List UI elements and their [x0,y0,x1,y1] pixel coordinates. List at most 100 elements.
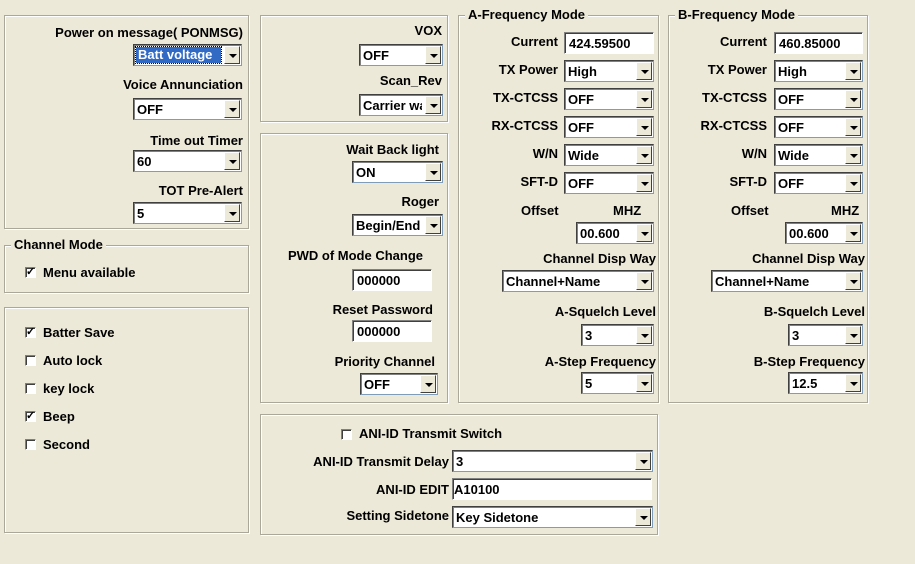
b-current-input[interactable]: 460.85000 [774,32,863,54]
tot-value: 60 [137,154,152,169]
chevron-down-icon[interactable] [636,272,652,290]
voice-select[interactable]: OFF [133,98,242,120]
chevron-down-icon[interactable] [845,224,861,242]
pwd-input[interactable]: 000000 [352,269,432,291]
a-sftd-value: OFF [568,176,594,191]
a-txpower-select[interactable]: High [564,60,654,82]
vox-group: VOX OFF Scan_Rev Carrier wa [260,15,448,122]
chevron-down-icon[interactable] [845,272,861,290]
ponmsg-select[interactable]: Batt voltage [133,44,242,66]
a-sftd-label: SFT-D [520,174,558,189]
chevron-down-icon[interactable] [224,204,240,222]
backlight-select[interactable]: ON [352,161,443,183]
b-txpower-label: TX Power [707,62,767,77]
ani-switch-checkbox[interactable] [341,429,352,440]
prealert-select[interactable]: 5 [133,202,242,224]
backlight-label: Wait Back light [346,142,439,157]
chevron-down-icon[interactable] [635,508,651,526]
ani-delay-select[interactable]: 3 [452,450,653,472]
a-current-input[interactable]: 424.59500 [564,32,654,54]
scan-rev-select[interactable]: Carrier wa [359,94,443,116]
b-txpower-select[interactable]: High [774,60,863,82]
roger-select[interactable]: Begin/End [352,214,443,236]
chevron-down-icon[interactable] [224,46,240,64]
vox-value: OFF [363,48,389,63]
key-lock-checkbox[interactable] [25,383,36,394]
a-step-label: A-Step Frequency [544,354,656,369]
b-disp-value: Channel+Name [715,274,810,289]
sidetone-select[interactable]: Key Sidetone [452,506,653,528]
chevron-down-icon[interactable] [636,62,652,80]
b-txctcss-select[interactable]: OFF [774,88,863,110]
ani-edit-input[interactable]: A10100 [452,478,652,500]
b-offset-label: Offset [731,203,769,218]
chevron-down-icon[interactable] [635,452,651,470]
chevron-down-icon[interactable] [636,90,652,108]
chevron-down-icon[interactable] [845,374,861,392]
b-step-select[interactable]: 12.5 [788,372,863,394]
a-txctcss-select[interactable]: OFF [564,88,654,110]
tot-select[interactable]: 60 [133,150,242,172]
a-mhz-label: MHZ [613,203,642,218]
chevron-down-icon[interactable] [224,100,240,118]
b-squelch-value: 3 [792,328,800,343]
b-rxctcss-select[interactable]: OFF [774,116,863,138]
chevron-down-icon[interactable] [425,216,441,234]
reset-password-label: Reset Password [332,302,433,317]
b-txpower-value: High [778,64,807,79]
chevron-down-icon[interactable] [636,174,652,192]
a-wn-select[interactable]: Wide [564,144,654,166]
roger-label: Roger [401,194,439,209]
b-sftd-select[interactable]: OFF [774,172,863,194]
b-step-label: B-Step Frequency [753,354,865,369]
a-squelch-select[interactable]: 3 [581,324,654,346]
b-wn-select[interactable]: Wide [774,144,863,166]
chevron-down-icon[interactable] [845,174,861,192]
a-disp-select[interactable]: Channel+Name [502,270,654,292]
roger-value: Begin/End [356,218,421,233]
ani-delay-value: 3 [456,454,464,469]
b-wn-label: W/N [741,146,767,161]
chevron-down-icon[interactable] [636,224,652,242]
b-squelch-select[interactable]: 3 [788,324,863,346]
backlight-value: ON [356,165,376,180]
chevron-down-icon[interactable] [425,96,441,114]
chevron-down-icon[interactable] [636,146,652,164]
a-offset-value: 00.600 [580,226,620,241]
priority-channel-select[interactable]: OFF [360,373,438,395]
beep-checkbox[interactable]: ✓ [25,411,36,422]
b-disp-select[interactable]: Channel+Name [711,270,863,292]
chevron-down-icon[interactable] [845,146,861,164]
a-step-select[interactable]: 5 [581,372,654,394]
chevron-down-icon[interactable] [845,118,861,136]
chevron-down-icon[interactable] [425,46,441,64]
chevron-down-icon[interactable] [636,118,652,136]
menu-available-checkbox[interactable]: ✓ [25,267,36,278]
second-checkbox[interactable] [25,439,36,450]
a-offset-select[interactable]: 00.600 [576,222,654,244]
a-sftd-select[interactable]: OFF [564,172,654,194]
ani-edit-label: ANI-ID EDIT [376,482,449,497]
chevron-down-icon[interactable] [636,374,652,392]
scan-rev-label: Scan_Rev [379,73,442,88]
beep-label: Beep [43,409,75,424]
chevron-down-icon[interactable] [845,90,861,108]
b-offset-select[interactable]: 00.600 [785,222,863,244]
second-label: Second [43,437,90,452]
vox-select[interactable]: OFF [359,44,443,66]
reset-password-input[interactable]: 000000 [352,320,432,342]
ponmsg-value: Batt voltage [135,46,222,64]
key-lock-label: key lock [43,381,95,396]
options-group: ✓ Batter Save Auto lock key lock ✓ Beep … [4,307,249,533]
a-rxctcss-value: OFF [568,120,594,135]
a-rxctcss-select[interactable]: OFF [564,116,654,138]
chevron-down-icon[interactable] [425,163,441,181]
chevron-down-icon[interactable] [420,375,436,393]
auto-lock-checkbox[interactable] [25,355,36,366]
ani-delay-label: ANI-ID Transmit Delay [313,454,449,469]
chevron-down-icon[interactable] [636,326,652,344]
chevron-down-icon[interactable] [224,152,240,170]
chevron-down-icon[interactable] [845,62,861,80]
batter-save-checkbox[interactable]: ✓ [25,327,36,338]
chevron-down-icon[interactable] [845,326,861,344]
